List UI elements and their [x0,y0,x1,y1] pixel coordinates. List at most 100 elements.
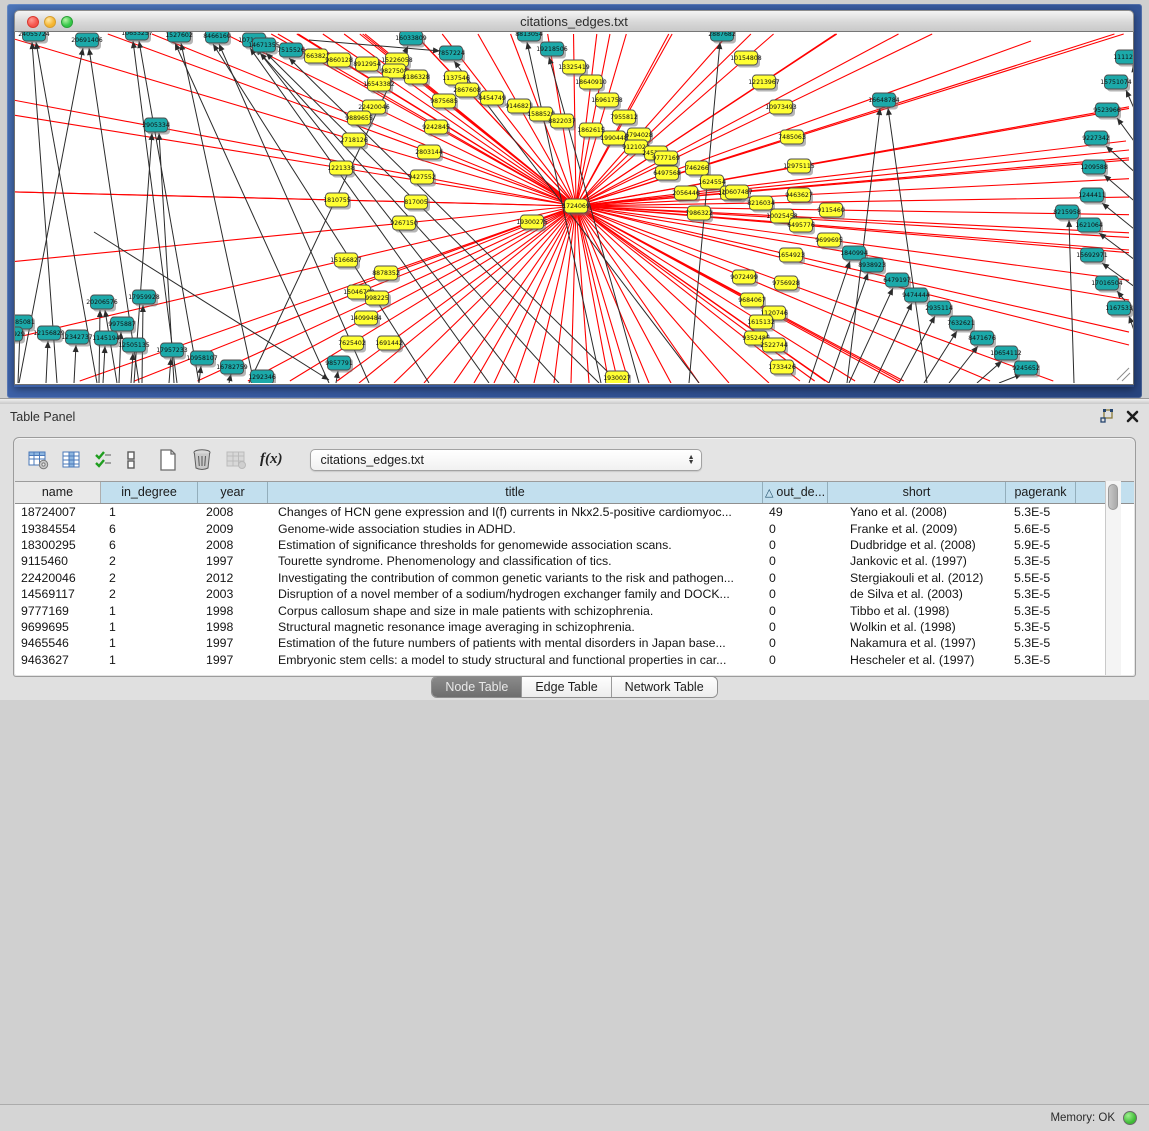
graph-node[interactable]: 19300275 [516,215,548,232]
graph-node[interactable]: 12342737 [61,330,93,347]
graph-node[interactable]: 10958107 [186,351,218,368]
graph-node[interactable]: 9875685 [430,94,458,111]
graph-node[interactable]: 9777169 [652,151,680,168]
scrollbar-thumb[interactable] [1108,484,1118,510]
graph-node[interactable]: 9860128 [325,53,353,70]
graph-node[interactable]: 7955812 [610,110,638,127]
table-row[interactable]: 977716911998Corpus callosum shape and si… [15,602,1134,618]
graph-node[interactable]: 7632621 [947,316,975,333]
table-row[interactable]: 946554611997Estimation of the future num… [15,635,1134,651]
graph-node[interactable]: 8215958 [1053,205,1081,222]
graph-node[interactable]: 9889655 [345,111,373,128]
graph-node[interactable]: 13325419 [558,60,590,77]
create-column-icon[interactable] [158,449,178,471]
network-window[interactable]: citations_edges.txt 76638229860128891295… [14,10,1134,387]
column-header-short[interactable]: short [828,482,1006,503]
graph-node[interactable]: 8878352 [372,266,400,283]
graph-node[interactable]: 1209588 [1080,160,1108,177]
table-row[interactable]: 1872400712008Changes of HCN gene express… [15,504,1134,520]
graph-node[interactable]: 1691442 [375,336,403,353]
column-header-name[interactable]: name [15,482,101,503]
graph-node[interactable]: 2718126 [340,133,368,150]
graph-node[interactable]: 9072499 [730,270,758,287]
select-columns-icon[interactable] [94,450,112,470]
float-panel-icon[interactable] [1100,409,1114,423]
graph-node[interactable]: 6495776 [787,218,815,235]
column-header-pagerank[interactable]: pagerank [1006,482,1076,503]
table-row[interactable]: 969969511998Structural magnetic resonanc… [15,619,1134,635]
graph-node[interactable]: 15166827 [330,253,362,270]
graph-node[interactable]: 6497568 [653,166,681,183]
graph-node[interactable]: 1221338 [327,161,355,178]
graph-node[interactable]: 20206576 [86,295,118,312]
graph-node[interactable]: 8454749 [478,91,506,108]
graph-node[interactable]: 18640910 [575,75,607,92]
graph-node[interactable]: 1527602 [165,32,193,45]
graph-node[interactable]: 9699695 [815,233,843,250]
graph-node[interactable]: 1167533 [1105,301,1133,318]
graph-node[interactable]: 17016504 [1091,276,1123,293]
graph-node[interactable]: 817005 [404,195,430,212]
graph-node[interactable]: 7515526 [277,43,305,60]
graph-node[interactable]: 1145194 [92,331,120,348]
network-canvas[interactable]: 7663822986012889129541522605898275081654… [14,32,1134,385]
table-row[interactable]: 911546021997Tourette syndrome. Phenomeno… [15,553,1134,569]
graph-node[interactable]: 8813054 [515,32,543,44]
graph-node[interactable]: 2056446 [672,186,700,203]
graph-node[interactable]: 1111264 [1113,50,1133,67]
graph-node[interactable]: 7857224 [437,46,465,63]
graph-node[interactable]: 9523966 [1093,103,1121,120]
table-vertical-scrollbar[interactable] [1105,481,1121,675]
graph-node[interactable]: 8912954 [353,57,381,74]
graph-node[interactable]: 1654923 [777,248,805,265]
graph-node[interactable]: 2905334 [142,118,170,135]
graph-node[interactable]: 10973493 [765,100,797,117]
table-row[interactable]: 1830029562008Estimation of significance … [15,537,1134,553]
table-row[interactable]: 2242004622012Investigating the contribut… [15,570,1134,586]
table-row[interactable]: 946362711997Embryonic stem cells: a mode… [15,652,1134,668]
graph-node[interactable]: 9242845 [422,120,450,137]
graph-node[interactable]: 9115460 [817,203,845,220]
graph-node[interactable]: 16648784 [868,93,900,110]
function-builder-icon[interactable]: f(x) [260,451,283,468]
column-header-in_degree[interactable]: in_degree [101,482,198,503]
graph-node[interactable]: 1621064 [1075,218,1103,235]
graph-node[interactable]: 14099484 [350,311,382,328]
graph-node[interactable]: 9857791 [325,356,353,373]
graph-node[interactable]: 9474444 [902,288,930,305]
graph-node[interactable]: 2522744 [760,338,788,355]
delete-column-icon[interactable] [191,448,213,471]
graph-node[interactable]: 2867608 [453,83,481,100]
table-row[interactable]: 1938455462009Genome-wide association stu… [15,520,1134,536]
graph-node[interactable]: 10154808 [730,51,762,68]
graph-node[interactable]: 17959928 [128,290,160,307]
graph-node[interactable]: 8186328 [402,70,430,87]
column-header-year[interactable]: year [198,482,268,503]
graph-node[interactable]: 9427552 [408,170,436,187]
graph-node[interactable]: 8938923 [858,258,886,275]
graph-node[interactable]: 15692971 [1076,248,1108,265]
memory-status-indicator[interactable] [1123,1111,1137,1125]
graph-node[interactable]: 12156829 [33,326,65,343]
tab-network-table[interactable]: Network Table [612,677,717,697]
graph-node[interactable]: 1615132 [747,315,775,332]
table-row[interactable]: 1456911722003Disruption of a novel membe… [15,586,1134,602]
graph-node[interactable]: 15751074 [1100,75,1132,92]
column-header-out_degree[interactable]: △out_de... [763,482,828,503]
table-source-dropdown[interactable]: citations_edges.txt ▲▼ [310,449,702,471]
show-columns-icon[interactable] [62,450,81,470]
graph-node[interactable]: 1724069 [562,199,590,216]
graph-node[interactable]: 9684067 [738,293,766,310]
graph-node[interactable]: 1930027 [603,371,631,383]
graph-node[interactable]: 19218506 [536,42,568,59]
graph-node[interactable]: 9227342 [1082,131,1110,148]
graph-node[interactable]: 7625402 [338,336,366,353]
graph-node[interactable]: 2887682 [708,32,736,44]
tab-edge-table[interactable]: Edge Table [522,677,611,697]
column-header-title[interactable]: title [268,482,763,503]
graph-node[interactable]: 1292346 [248,370,276,383]
graph-node[interactable]: 8471676 [968,331,996,348]
graph-node[interactable]: 9463627 [785,188,813,205]
graph-node[interactable]: 20691406 [71,33,103,50]
graph-node[interactable]: 12975115 [783,159,815,176]
